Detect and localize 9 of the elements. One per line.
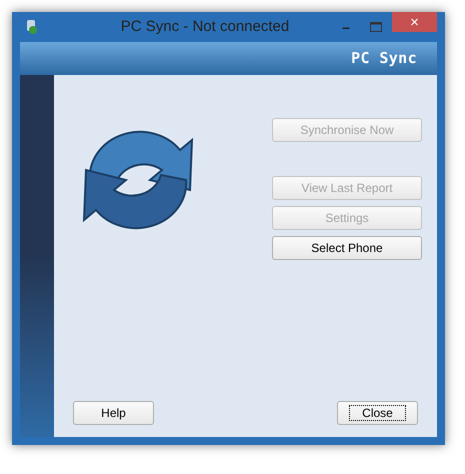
dialog-button[interactable]: Close [337,401,418,425]
action-button[interactable]: Select Phone [272,236,422,260]
window-title: PC Sync - Not connected [120,16,290,37]
dialog-button[interactable]: Help [73,401,154,425]
maximize-icon[interactable] [370,22,382,32]
app-icon [24,19,38,35]
close-button[interactable]: × [392,12,437,32]
minimize-button[interactable]: – [332,17,360,37]
header-title: PC Sync [351,48,417,70]
